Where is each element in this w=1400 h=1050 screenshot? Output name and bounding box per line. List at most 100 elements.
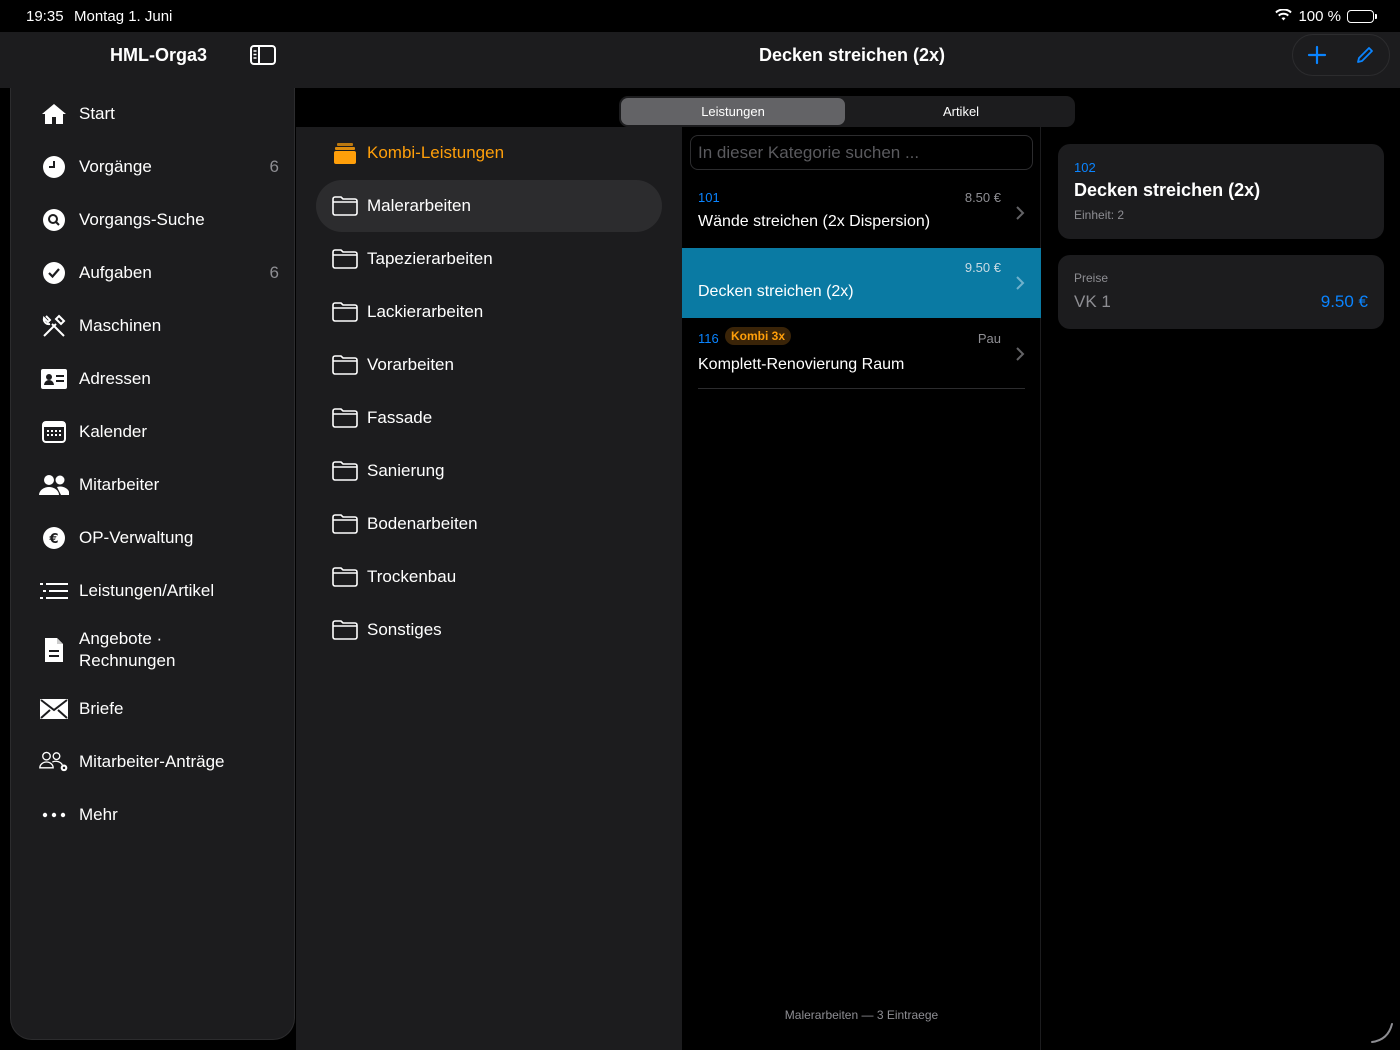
calendar-icon [39,418,69,446]
category-label: Trockenbau [367,567,457,586]
detail-title: Decken streichen (2x) [1074,180,1261,200]
sidebar-item-label-group: Angebote · Rechnungen [79,628,175,672]
category-lackierarbeiten[interactable]: Lackierarbeiten [316,286,662,338]
document-icon [39,636,69,664]
sidebar-item-start[interactable]: Start [39,100,279,128]
wifi-icon [1275,8,1293,25]
sidebar-item-vorgangs-suche[interactable]: Vorgangs-Suche [39,206,279,234]
category-fassade[interactable]: Fassade [316,392,662,444]
nav-actions [1292,34,1390,76]
list-item-selected[interactable]: Decken streichen (2x) 9.50 € [682,248,1041,318]
sidebar-item-label: Mitarbeiter [79,475,160,494]
list-item[interactable]: 116 Kombi 3x Komplett-Renovierung Raum P… [682,319,1041,389]
category-sanierung[interactable]: Sanierung [316,445,662,497]
list-item[interactable]: 101 Wände streichen (2x Dispersion) 8.50… [682,178,1041,248]
category-list: Kombi-Leistungen Malerarbeiten Tapeziera… [296,127,682,1050]
prices-label: Preise [1074,271,1109,285]
chevron-right-icon [1015,206,1025,220]
people-gear-icon [39,748,69,776]
folder-icon [332,301,358,323]
sidebar-item-label: Vorgänge [79,157,152,176]
sidebar-item-vorgaenge[interactable]: Vorgänge 6 [39,153,279,181]
status-bar: 19:35 Montag 1. Juni 100 % [0,0,1400,32]
page-title: Decken streichen (2x) [758,45,946,65]
sidebar-item-op-verwaltung[interactable]: € OP-Verwaltung [39,524,279,552]
sidebar-item-label: Adressen [79,369,151,388]
sidebar-item-label: Aufgaben [79,263,152,282]
item-name: Wände streichen (2x Dispersion) [698,213,931,230]
category-label: Vorarbeiten [367,355,454,374]
sidebar-item-label: Rechnungen [79,651,176,670]
category-trockenbau[interactable]: Trockenbau [316,551,662,603]
sidebar-item-label: Kalender [79,422,148,441]
category-sonstiges[interactable]: Sonstiges [316,604,662,656]
folder-icon [332,195,358,217]
sidebar-item-briefe[interactable]: Briefe [39,695,279,723]
edit-pencil-icon[interactable] [1351,41,1379,69]
category-label: Sanierung [367,461,445,480]
sidebar-item-label: Maschinen [79,316,162,335]
item-name: Komplett-Renovierung Raum [698,356,905,373]
item-price: 8.50 € [964,190,1001,205]
segment-artikel[interactable]: Artikel [849,98,1073,125]
category-label: Tapezierarbeiten [367,249,493,268]
sidebar-item-aufgaben[interactable]: Aufgaben 6 [39,259,279,287]
segmented-control: Leistungen Artikel [619,96,1075,127]
sidebar-item-label: Mehr [79,805,118,824]
sidebar-item-angebote-rechnungen[interactable]: Angebote · Rechnungen [39,628,279,672]
category-label: Lackierarbeiten [367,302,484,321]
status-time: 19:35 [26,8,64,25]
kombi-stack-icon [332,142,358,164]
folder-icon [332,619,358,641]
detail-number: 102 [1074,160,1096,175]
sidebar-item-label: Start [79,104,115,123]
list-footer: Malerarbeiten — 3 Eintraege [784,1008,939,1022]
sidebar-item-adressen[interactable]: Adressen [39,365,279,393]
count-badge: 6 [269,157,279,176]
sidebar-item-label: Vorgangs-Suche [79,210,205,229]
sidebar-item-leistungen-artikel[interactable]: Leistungen/Artikel [39,577,279,605]
folder-icon [332,460,358,482]
vk-label: VK 1 [1074,292,1111,311]
navigation-bar: HML-Orga3 Decken streichen (2x) [0,32,1400,88]
prices-card: Preise VK 1 9.50 € [1058,255,1384,329]
sidebar: Start Vorgänge 6 Vorgangs-Suche Aufgaben… [10,88,295,1040]
clock-icon [39,153,69,181]
detail-card: 102 Decken streichen (2x) Einheit: 2 [1058,144,1384,239]
row-divider [698,388,1025,389]
category-vorarbeiten[interactable]: Vorarbeiten [316,339,662,391]
category-label: Malerarbeiten [367,196,471,215]
chevron-right-icon [1015,276,1025,290]
house-icon [39,100,69,128]
segment-leistungen[interactable]: Leistungen [621,98,845,125]
sidebar-item-label: OP-Verwaltung [79,528,194,547]
category-kombi-leistungen[interactable]: Kombi-Leistungen [316,127,662,179]
chevron-right-icon [1015,347,1025,361]
sidebar-item-mehr[interactable]: Mehr [39,801,279,829]
count-badge: 6 [269,263,279,282]
item-price: 9.50 € [964,260,1001,275]
euro-icon: € [39,524,69,552]
category-label: Sonstiges [367,620,442,639]
add-button[interactable] [1303,41,1331,69]
category-malerarbeiten[interactable]: Malerarbeiten [316,180,662,232]
category-label: Kombi-Leistungen [367,143,505,162]
category-tapezierarbeiten[interactable]: Tapezierarbeiten [316,233,662,285]
kombi-badge: Kombi 3x [725,327,792,345]
status-indicators: 100 % [1275,8,1377,25]
sidebar-item-maschinen[interactable]: Maschinen [39,312,279,340]
list-icon [39,577,69,605]
item-name: Decken streichen (2x) [698,283,854,300]
category-bodenarbeiten[interactable]: Bodenarbeiten [316,498,662,550]
detail-unit: Einheit: 2 [1074,208,1125,222]
sidebar-item-kalender[interactable]: Kalender [39,418,279,446]
folder-icon [332,248,358,270]
more-icon [39,801,69,829]
category-search-input[interactable] [690,135,1033,170]
sidebar-item-mitarbeiter-antraege[interactable]: Mitarbeiter-Anträge [39,748,279,776]
search-icon [39,206,69,234]
people-icon [39,471,69,499]
sidebar-item-mitarbeiter[interactable]: Mitarbeiter [39,471,279,499]
sidebar-item-label: Mitarbeiter-Anträge [79,752,225,771]
vk-value: 9.50 € [1320,292,1368,311]
